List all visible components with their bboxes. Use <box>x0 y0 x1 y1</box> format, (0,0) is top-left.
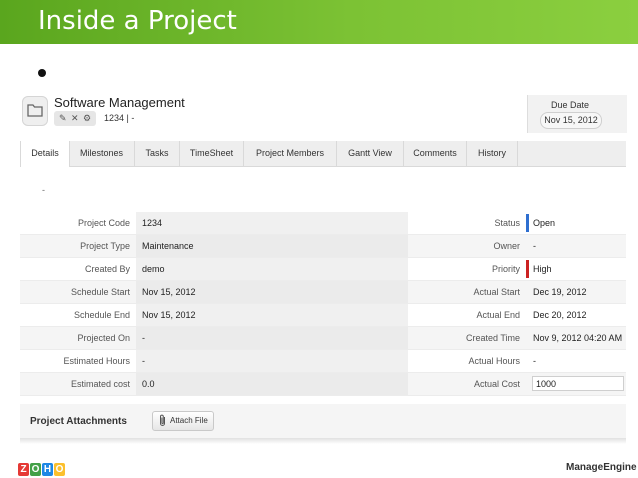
detail-label: Project Type <box>80 241 130 251</box>
priority-marker <box>526 260 529 278</box>
tab-timesheet[interactable]: TimeSheet <box>180 141 244 166</box>
zoho-logo: ZOHO <box>18 459 66 476</box>
attachments-bar: Project Attachments Attach File <box>20 404 626 440</box>
detail-label: Project Code <box>77 218 130 228</box>
attach-file-button[interactable]: Attach File <box>152 411 214 431</box>
status-marker <box>526 214 529 232</box>
detail-label: Schedule Start <box>70 287 130 297</box>
detail-row: Projected On - Created Time Nov 9, 2012 … <box>20 327 626 350</box>
project-name: Software Management <box>54 95 185 110</box>
tab-project-members[interactable]: Project Members <box>244 141 337 166</box>
slide-title: Inside a Project <box>38 6 237 36</box>
detail-label: Estimated Hours <box>63 356 130 366</box>
tab-comments[interactable]: Comments <box>404 141 467 166</box>
detail-label: Created By <box>84 264 130 274</box>
priority-value: High <box>533 264 552 274</box>
project-tools[interactable]: ✎ ✕ ⚙ <box>54 111 96 126</box>
detail-value: 1234 <box>142 218 163 228</box>
settings-icon[interactable]: ⚙ <box>83 113 91 124</box>
actual-cost-input[interactable]: 1000 <box>532 376 624 391</box>
detail-value: demo <box>142 264 165 274</box>
detail-label: Estimated cost <box>70 379 130 389</box>
detail-value: Nov 15, 2012 <box>142 310 196 320</box>
detail-row: Estimated cost 0.0 Actual Cost 1000 <box>20 373 626 396</box>
detail-label: Status <box>494 218 520 228</box>
detail-row: Project Type Maintenance Owner - <box>20 235 626 258</box>
detail-row: Project Code 1234 Status Open <box>20 212 626 235</box>
status-value: Open <box>533 218 556 228</box>
detail-value: - <box>142 333 145 343</box>
slide-bullet <box>38 69 46 77</box>
tab-gantt-view[interactable]: Gantt View <box>337 141 404 166</box>
project-screenshot: Software Management ✎ ✕ ⚙ 1234 | - Due D… <box>20 88 627 440</box>
detail-label: Actual Start <box>473 287 520 297</box>
due-date-box: Due Date Nov 15, 2012 <box>527 95 627 133</box>
detail-value: 0.0 <box>142 379 155 389</box>
detail-label: Projected On <box>77 333 130 343</box>
project-description: - <box>42 185 45 195</box>
detail-label: Actual Cost <box>473 379 520 389</box>
detail-row: Estimated Hours - Actual Hours - <box>20 350 626 373</box>
detail-row: Schedule End Nov 15, 2012 Actual End Dec… <box>20 304 626 327</box>
attachments-title: Project Attachments <box>30 416 127 427</box>
detail-value: Nov 9, 2012 04:20 AM <box>533 333 623 343</box>
detail-label: Owner <box>493 241 520 251</box>
detail-value: - <box>142 356 145 366</box>
tab-history[interactable]: History <box>467 141 518 166</box>
paperclip-icon <box>158 414 167 434</box>
manageengine-logo: ManageEngine <box>566 462 637 473</box>
project-folder-icon <box>22 96 48 126</box>
owner-value: - <box>533 241 536 251</box>
tab-milestones[interactable]: Milestones <box>69 141 135 166</box>
due-date-label: Due Date <box>550 100 590 110</box>
detail-row: Schedule Start Nov 15, 2012 Actual Start… <box>20 281 626 304</box>
due-date-value[interactable]: Nov 15, 2012 <box>540 112 602 129</box>
detail-value: Dec 19, 2012 <box>533 287 587 297</box>
tab-details[interactable]: Details <box>20 141 70 167</box>
project-code-line: 1234 | - <box>104 113 135 123</box>
slide-banner: Inside a Project <box>0 0 638 44</box>
detail-label: Priority <box>491 264 520 274</box>
detail-label: Actual End <box>476 310 520 320</box>
tab-tasks[interactable]: Tasks <box>135 141 180 166</box>
detail-value: - <box>533 356 536 366</box>
screenshot-shadow <box>20 438 626 444</box>
detail-row: Created By demo Priority High <box>20 258 626 281</box>
detail-label: Actual Hours <box>468 356 520 366</box>
detail-value: Dec 20, 2012 <box>533 310 587 320</box>
attach-file-label: Attach File <box>170 416 208 425</box>
delete-icon[interactable]: ✕ <box>71 113 79 124</box>
detail-value: Maintenance <box>142 241 194 251</box>
edit-icon[interactable]: ✎ <box>59 113 67 124</box>
detail-label: Schedule End <box>73 310 130 320</box>
project-tabs: Details Milestones Tasks TimeSheet Proje… <box>20 141 626 167</box>
detail-label: Created Time <box>465 333 520 343</box>
detail-value: Nov 15, 2012 <box>142 287 196 297</box>
